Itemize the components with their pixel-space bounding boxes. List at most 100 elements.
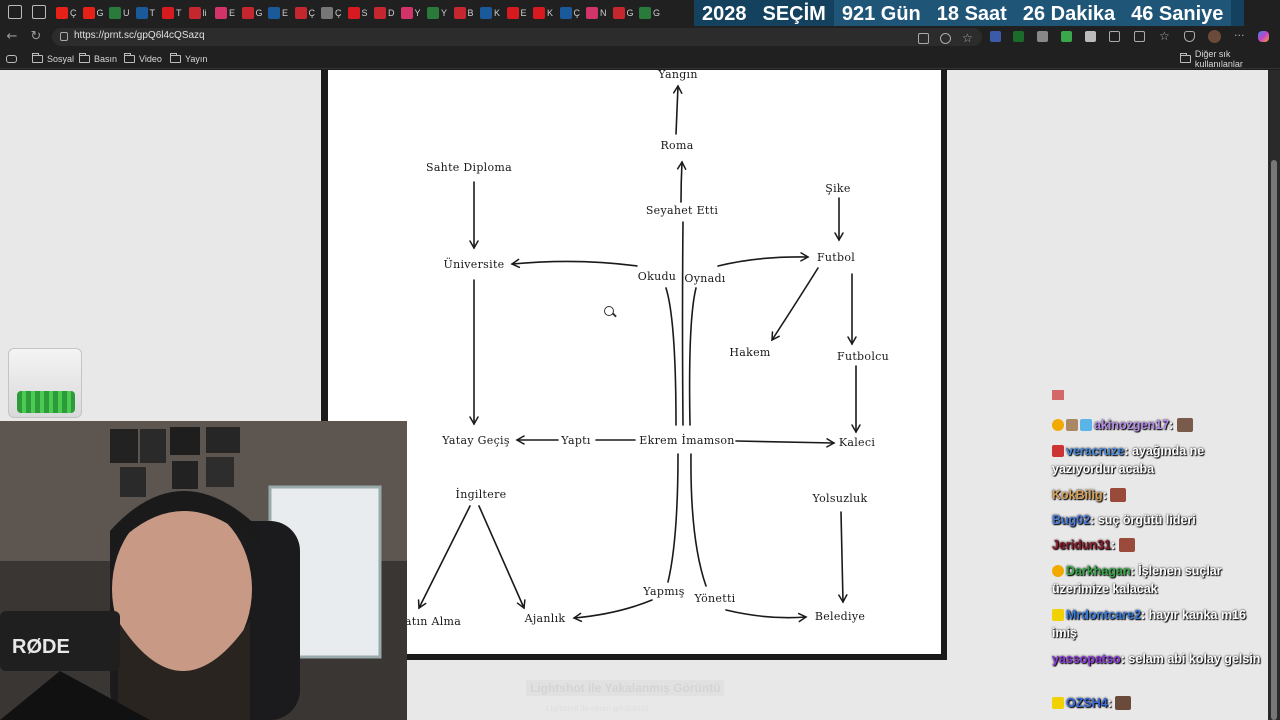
more-menu-icon[interactable]: ···	[1234, 30, 1245, 42]
chat-username[interactable]: Darkhagan	[1066, 564, 1131, 578]
browser-tab[interactable]: G	[82, 4, 107, 22]
workspaces-icon[interactable]	[8, 5, 22, 19]
tab-actions-icon[interactable]	[32, 5, 46, 19]
extension-icon[interactable]	[1013, 31, 1024, 42]
profile-avatar[interactable]	[1208, 30, 1221, 43]
election-countdown: 2028 SEÇİM 921 Gün 18 Saat 26 Dakika 46 …	[694, 0, 1244, 28]
zoom-icon[interactable]	[940, 33, 951, 44]
extension-icon[interactable]	[1037, 31, 1048, 42]
news-icon	[453, 7, 466, 19]
reading-list-icon[interactable]	[6, 52, 17, 65]
chat-username[interactable]: OZSH4	[1066, 696, 1108, 710]
chat-username[interactable]: Jeridun31	[1052, 538, 1111, 552]
extension-icon[interactable]	[990, 31, 1001, 42]
browser-tab[interactable]: K	[533, 4, 557, 22]
chat-message: OZSH4:	[1052, 694, 1264, 712]
node-ingiltere: İngiltere	[455, 488, 507, 501]
address-bar[interactable]: https://prnt.sc/gpQ6l4cQSazq ☆	[52, 28, 982, 46]
copilot-icon[interactable]	[1258, 31, 1269, 42]
browser-tab[interactable]: E	[215, 4, 239, 22]
diagram-canvas: Yangın Roma Seyahet Etti Sahte Diploma Ş…	[328, 70, 941, 654]
app-icon[interactable]	[918, 33, 929, 44]
tab-label: K	[547, 8, 554, 18]
extension-icon[interactable]	[1085, 31, 1096, 42]
badge-icon	[1052, 390, 1064, 400]
chat-username[interactable]: KokBilig	[1052, 488, 1103, 502]
browser-tab[interactable]: Y	[400, 4, 425, 22]
extensions-puzzle-icon[interactable]	[1109, 31, 1120, 42]
arrow-ingiltere-satin	[417, 505, 471, 610]
shield-icon[interactable]	[1184, 31, 1195, 42]
countdown-hours: 18 Saat	[928, 0, 1015, 28]
back-icon[interactable]: ←	[4, 29, 20, 45]
browser-tab[interactable]: li	[188, 4, 213, 22]
address-toolbar: ← ↻ https://prnt.sc/gpQ6l4cQSazq ☆ ☆ ···	[0, 26, 1280, 48]
browser-tab[interactable]: G	[241, 4, 266, 22]
news-icon	[241, 7, 254, 19]
browser-tab[interactable]: E	[506, 4, 531, 22]
browser-tab[interactable]: U	[109, 4, 133, 22]
browser-tab[interactable]: Ç	[321, 4, 345, 22]
scrollbar-thumb[interactable]	[1271, 160, 1277, 720]
bookmark-label: Sosyal	[47, 53, 75, 64]
refresh-icon[interactable]: ↻	[28, 29, 44, 45]
node-sahte-diploma: Sahte Diploma	[425, 161, 513, 174]
browser-tab[interactable]: D	[374, 4, 398, 22]
browser-tab[interactable]: T	[162, 4, 186, 22]
node-yangin: Yangın	[658, 70, 698, 81]
bluesky-icon	[586, 7, 598, 19]
favorites-icon[interactable]: ☆	[1159, 30, 1170, 42]
emote-icon	[1176, 418, 1193, 432]
browser-tab[interactable]: Ç	[56, 4, 80, 22]
browser-tab[interactable]: K	[480, 4, 504, 22]
folder-icon	[1180, 52, 1191, 63]
chat-username[interactable]: veracruze	[1066, 444, 1124, 458]
news-icon	[374, 7, 386, 19]
doc-icon	[321, 7, 333, 19]
chat-message: Bug02: suç örgütü lideri	[1052, 513, 1196, 527]
node-universite: Üniversite	[443, 258, 505, 271]
browser-tab[interactable]: N	[586, 4, 610, 22]
chat-message: KokBilig:	[1052, 486, 1264, 504]
bookmark-folder-sosyal[interactable]: Sosyal	[32, 52, 74, 65]
browser-tab[interactable]: G	[639, 4, 663, 22]
browser-tab[interactable]: Ç	[294, 4, 319, 22]
svg-text:RØDE: RØDE	[12, 636, 70, 658]
browser-tab[interactable]: T	[135, 4, 160, 22]
webcam-image: RØDE	[0, 421, 407, 720]
other-bookmarks[interactable]: Diğer sık kullanılanlar	[1180, 49, 1280, 69]
extension-icon[interactable]	[1061, 31, 1072, 42]
chat-username[interactable]: Bug02	[1052, 513, 1090, 527]
badge-icon	[1052, 697, 1064, 709]
emote-icon	[1115, 696, 1132, 710]
tab-label: E	[282, 8, 289, 18]
split-screen-icon[interactable]	[1134, 31, 1145, 42]
webcam-overlay: RØDE	[0, 421, 407, 720]
gem-jar-widget	[8, 348, 82, 418]
line-ekrem-yonetti	[690, 453, 707, 587]
favorite-star-icon[interactable]: ☆	[962, 32, 973, 44]
node-kaleci: Kaleci	[838, 436, 876, 449]
lock-icon	[60, 32, 68, 41]
url-text[interactable]: https://prnt.sc/gpQ6l4cQSazq	[74, 30, 205, 41]
chat-username[interactable]: akinozgen17	[1094, 418, 1169, 432]
browser-tab[interactable]: G	[612, 4, 637, 22]
bookmark-folder-basin[interactable]: Basın	[79, 52, 117, 65]
badge-icon	[1066, 419, 1078, 431]
page-scrollbar[interactable]	[1268, 70, 1280, 720]
browser-tab[interactable]: Y	[427, 4, 451, 22]
bookmark-folder-yayin[interactable]: Yayın	[170, 52, 207, 65]
browser-tab[interactable]: S	[347, 4, 372, 22]
chat-username[interactable]: Mrdontcare2	[1066, 608, 1141, 622]
node-belediye: Belediye	[814, 610, 866, 623]
bookmark-folder-video[interactable]: Video	[124, 52, 162, 65]
node-futbolcu: Futbolcu	[837, 350, 889, 363]
browser-tab[interactable]: B	[453, 4, 478, 22]
browser-tab[interactable]: Ç	[559, 4, 584, 22]
tab-label: T	[149, 8, 156, 18]
arrow-ekrem-seyahet	[681, 221, 684, 426]
chat-username[interactable]: yassopatso	[1052, 652, 1121, 666]
badge-icon	[1052, 419, 1064, 431]
news-icon	[559, 7, 572, 19]
browser-tab[interactable]: E	[268, 4, 292, 22]
